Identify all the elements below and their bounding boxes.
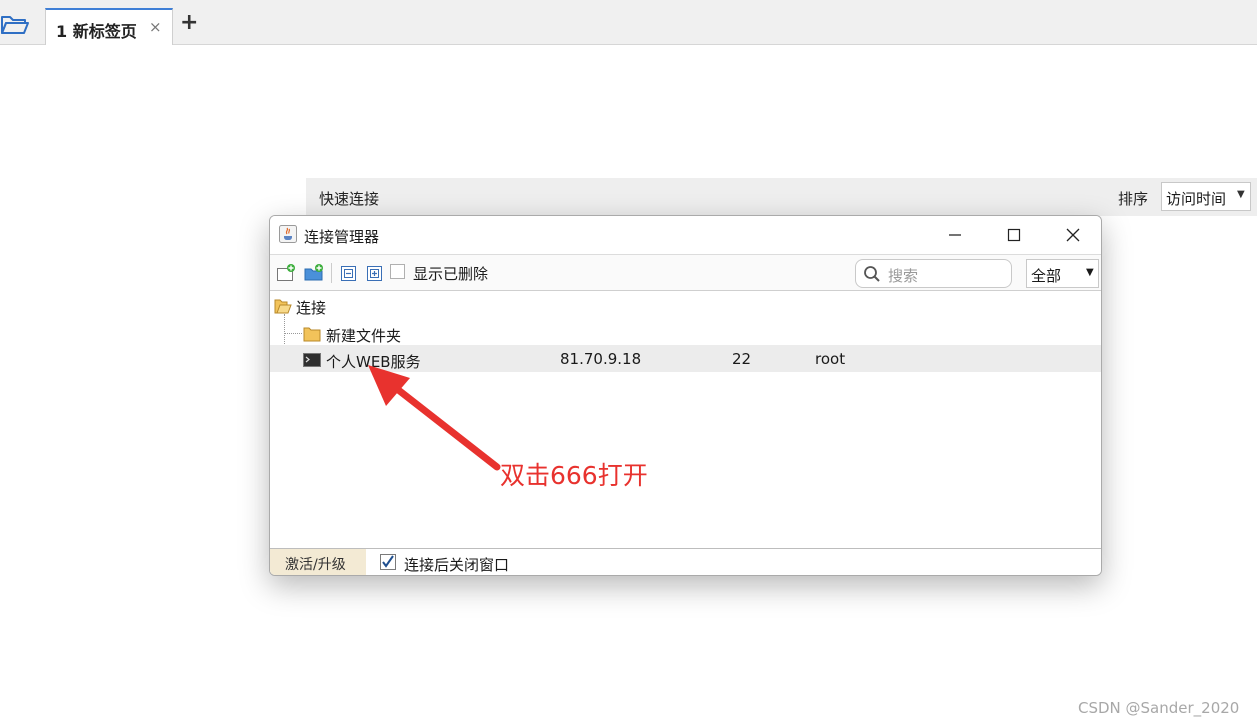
folder-icon	[303, 325, 321, 343]
quick-connect-bar: 快速连接 排序 访问时间 ▼	[306, 178, 1257, 216]
session-name: 个人WEB服务	[326, 353, 421, 371]
tree-node-label: 新建文件夹	[326, 327, 402, 345]
close-button[interactable]	[1058, 222, 1088, 248]
tree-node-session[interactable]: 个人WEB服务	[303, 347, 503, 373]
tab-new[interactable]: 1 新标签页 ×	[45, 8, 173, 45]
sort-value: 访问时间	[1166, 190, 1227, 208]
minimize-button[interactable]	[940, 222, 970, 248]
dialog-toolbar: 显示已删除 搜索 全部 ▼	[270, 254, 1101, 291]
search-placeholder: 搜索	[888, 267, 919, 285]
tab-bar: 1 新标签页 × +	[0, 0, 1257, 45]
tab-close-icon[interactable]: ×	[149, 18, 162, 36]
show-deleted-checkbox[interactable]	[390, 264, 405, 279]
tab-label: 1 新标签页	[56, 22, 137, 41]
terminal-icon	[303, 351, 321, 369]
search-icon	[863, 265, 881, 283]
collapse-all-icon[interactable]	[339, 263, 359, 283]
activate-upgrade-button[interactable]: 激活/升级	[270, 549, 366, 575]
connection-manager-dialog: 连接管理器 显示已删除 搜索 全部 ▼ 连接 新建文件夹 个人WEB服务 81.…	[269, 215, 1102, 576]
java-app-icon	[279, 225, 297, 243]
maximize-button[interactable]	[999, 222, 1029, 248]
app-window: 1 新标签页 × + 快速连接 排序 访问时间 ▼ 连接管理器 显示已删除 搜索…	[0, 0, 1257, 727]
tree-node-label: 连接	[296, 299, 327, 317]
session-port: 22	[732, 350, 752, 368]
tree-connector	[284, 333, 302, 334]
show-deleted-label: 显示已删除	[413, 265, 489, 283]
sort-label: 排序	[1118, 190, 1149, 208]
annotation-text: 双击666打开	[500, 461, 648, 490]
connection-tree: 连接 新建文件夹 个人WEB服务 81.70.9.18 22 root	[270, 291, 1101, 549]
close-after-connect-checkbox[interactable]	[380, 554, 396, 570]
dialog-title: 连接管理器	[304, 228, 380, 246]
chevron-down-icon: ▼	[1086, 267, 1094, 278]
toolbar-separator	[331, 263, 332, 283]
session-user: root	[815, 350, 846, 368]
filter-value: 全部	[1031, 267, 1062, 285]
close-after-connect-label: 连接后关闭窗口	[404, 556, 510, 574]
sort-select[interactable]: 访问时间 ▼	[1161, 182, 1251, 211]
add-tab-button[interactable]: +	[180, 12, 198, 34]
tree-node-root[interactable]: 连接	[274, 293, 474, 319]
expand-all-icon[interactable]	[365, 263, 385, 283]
session-host: 81.70.9.18	[560, 350, 642, 368]
new-session-icon[interactable]	[276, 263, 296, 283]
tree-node-folder[interactable]: 新建文件夹	[303, 321, 503, 347]
open-folder-icon[interactable]	[0, 12, 30, 38]
quick-connect-title: 快速连接	[319, 190, 380, 208]
filter-select[interactable]: 全部 ▼	[1026, 259, 1099, 288]
dialog-titlebar[interactable]: 连接管理器	[270, 216, 1101, 254]
new-folder-icon[interactable]	[304, 263, 324, 283]
dialog-statusbar: 激活/升级 连接后关闭窗口	[270, 548, 1101, 575]
search-input[interactable]: 搜索	[855, 259, 1012, 288]
chevron-down-icon: ▼	[1237, 189, 1245, 200]
folder-open-icon	[274, 297, 292, 315]
watermark: CSDN @Sander_2020	[1078, 699, 1240, 717]
